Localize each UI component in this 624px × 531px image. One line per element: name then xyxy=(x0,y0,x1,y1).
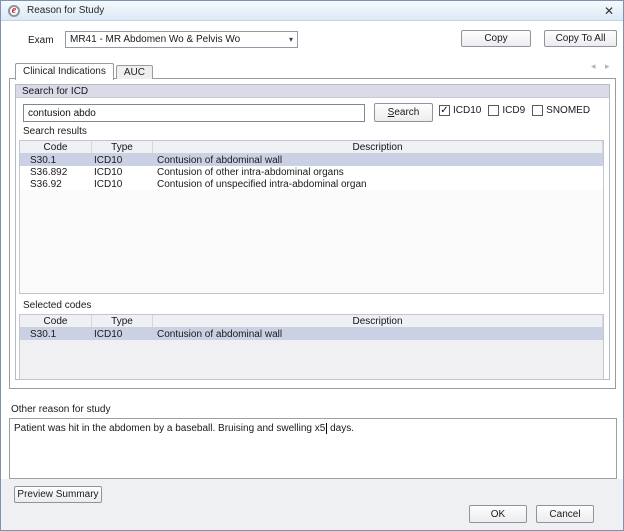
table-header-row: Code Type Description xyxy=(20,141,603,154)
table-header-row: Code Type Description xyxy=(20,315,603,328)
search-results-table: Code Type Description S30.1 ICD10 Contus… xyxy=(19,140,604,294)
reason-for-study-dialog: e Reason for Study ✕ Exam MR41 - MR Abdo… xyxy=(0,0,624,531)
cell-description: Contusion of abdominal wall xyxy=(153,328,603,340)
tab-scroll-left-icon[interactable]: ◂ xyxy=(591,61,596,72)
exam-selected-value: MR41 - MR Abdomen Wo & Pelvis Wo xyxy=(70,34,285,45)
preview-summary-button[interactable]: Preview Summary xyxy=(14,486,102,503)
cell-code: S30.1 xyxy=(20,154,92,166)
exam-select[interactable]: MR41 - MR Abdomen Wo & Pelvis Wo ▾ xyxy=(65,31,298,48)
tab-strip: Clinical Indications AUC xyxy=(15,62,155,79)
tab-clinical-indications[interactable]: Clinical Indications xyxy=(15,63,114,80)
tab-auc[interactable]: AUC xyxy=(116,65,153,79)
copy-to-all-button[interactable]: Copy To All xyxy=(544,30,617,47)
exam-label: Exam xyxy=(28,35,54,46)
cell-type: ICD10 xyxy=(92,166,153,178)
cell-description: Contusion of other intra-abdominal organ… xyxy=(153,166,603,178)
snomed-checkbox[interactable]: SNOMED xyxy=(532,105,590,116)
title-bar: e Reason for Study ✕ xyxy=(1,1,623,21)
window-title: Reason for Study xyxy=(27,5,104,16)
icd9-checkbox-label: ICD9 xyxy=(502,105,525,116)
cell-type: ICD10 xyxy=(92,154,153,166)
code-system-checkboxes: ✓ ICD10 ICD9 SNOMED xyxy=(439,105,590,116)
other-reason-label: Other reason for study xyxy=(11,404,111,415)
close-icon[interactable]: ✕ xyxy=(604,4,614,18)
cell-code: S36.92 xyxy=(20,178,92,190)
table-row[interactable]: S36.92 ICD10 Contusion of unspecified in… xyxy=(20,178,603,190)
selected-codes-label: Selected codes xyxy=(23,300,91,311)
checkbox-unchecked-icon xyxy=(488,105,499,116)
other-reason-textarea[interactable]: Patient was hit in the abdomen by a base… xyxy=(9,418,617,479)
other-reason-text: days. xyxy=(327,423,354,434)
column-header-code[interactable]: Code xyxy=(20,315,92,327)
search-results-label: Search results xyxy=(23,126,87,137)
cell-description: Contusion of abdominal wall xyxy=(153,154,603,166)
column-header-type[interactable]: Type xyxy=(92,141,153,153)
cell-code: S36.892 xyxy=(20,166,92,178)
other-reason-text: Patient was hit in the abdomen by a base… xyxy=(14,423,325,434)
chevron-down-icon: ▾ xyxy=(289,35,293,44)
app-logo-icon: e xyxy=(8,5,20,17)
cell-type: ICD10 xyxy=(92,328,153,340)
cancel-button[interactable]: Cancel xyxy=(536,505,594,523)
icd-search-input[interactable] xyxy=(23,104,365,122)
cell-code: S30.1 xyxy=(20,328,92,340)
copy-button[interactable]: Copy xyxy=(461,30,531,47)
checkbox-unchecked-icon xyxy=(532,105,543,116)
cell-type: ICD10 xyxy=(92,178,153,190)
checkbox-checked-icon: ✓ xyxy=(439,105,450,116)
search-button[interactable]: Search xyxy=(374,103,433,122)
ok-button[interactable]: OK xyxy=(469,505,527,523)
column-header-type[interactable]: Type xyxy=(92,315,153,327)
icd9-checkbox[interactable]: ICD9 xyxy=(488,105,525,116)
icd10-checkbox[interactable]: ✓ ICD10 xyxy=(439,105,481,116)
table-row[interactable]: S30.1 ICD10 Contusion of abdominal wall xyxy=(20,154,603,166)
column-header-code[interactable]: Code xyxy=(20,141,92,153)
column-header-description[interactable]: Description xyxy=(153,315,603,327)
search-button-label: Search xyxy=(388,107,420,118)
table-row[interactable]: S36.892 ICD10 Contusion of other intra-a… xyxy=(20,166,603,178)
icd10-checkbox-label: ICD10 xyxy=(453,105,481,116)
selected-codes-table: Code Type Description S30.1 ICD10 Contus… xyxy=(19,314,604,380)
column-header-description[interactable]: Description xyxy=(153,141,603,153)
snomed-checkbox-label: SNOMED xyxy=(546,105,590,116)
tab-scroll-right-icon[interactable]: ▸ xyxy=(605,61,610,72)
group-title: Search for ICD xyxy=(16,85,609,98)
cell-description: Contusion of unspecified intra-abdominal… xyxy=(153,178,603,190)
table-row[interactable]: S30.1 ICD10 Contusion of abdominal wall xyxy=(20,328,603,340)
footer-bar: Preview Summary OK Cancel xyxy=(1,479,623,530)
